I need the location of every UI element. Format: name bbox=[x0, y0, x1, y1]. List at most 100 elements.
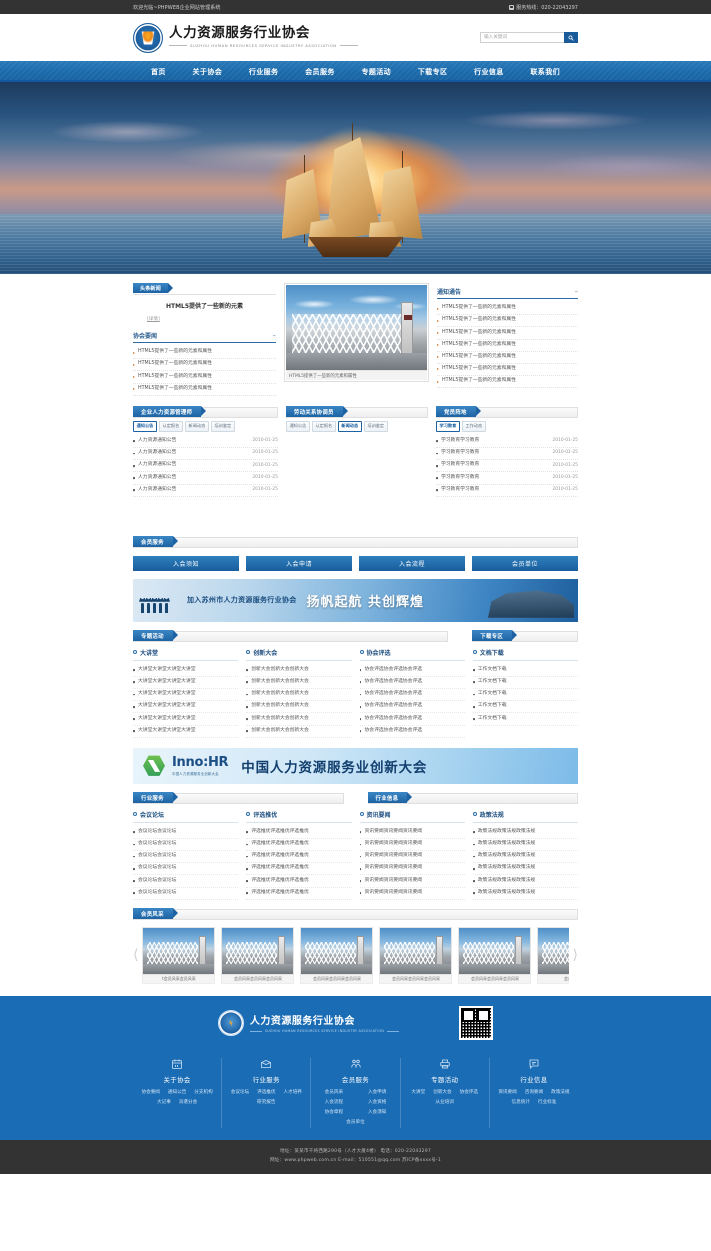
footer-link[interactable]: 研究报告 bbox=[257, 1099, 275, 1109]
join-association-ad-banner[interactable]: 加入苏州市人力资源服务行业协会 扬帆起航 共创辉煌 bbox=[133, 578, 578, 622]
tab-news[interactable]: 新闻动态 bbox=[337, 420, 362, 432]
tab-news[interactable]: 新闻动态 bbox=[184, 420, 209, 432]
list-item[interactable]: 协会评选协会评选协会评选 bbox=[359, 677, 465, 690]
list-item[interactable]: 评选推优评选推优评选推优 bbox=[246, 839, 352, 852]
list-item[interactable]: 大讲堂大讲堂大讲堂大讲堂 bbox=[133, 701, 239, 714]
more-icon[interactable]: ➥ bbox=[273, 333, 276, 338]
footer-link[interactable]: 行业标准 bbox=[538, 1099, 556, 1109]
tab-registration[interactable]: 认定报名 bbox=[311, 420, 336, 432]
list-item[interactable]: 会议论坛会议论坛 bbox=[133, 863, 239, 876]
footer-link[interactable]: 协会章程 bbox=[316, 1108, 351, 1118]
list-item[interactable]: 创新大会创新大会创新大会 bbox=[246, 701, 352, 714]
table-row[interactable]: 人力资源通知公告 2010-01-25 bbox=[133, 436, 278, 449]
nav-item-member-service[interactable]: 会员服务 bbox=[301, 65, 339, 79]
table-row[interactable]: 人力资源通知公告 2010-01-25 bbox=[133, 485, 278, 497]
list-item[interactable]: 大讲堂大讲堂大讲堂大讲堂 bbox=[133, 689, 239, 702]
table-row[interactable]: 学习教育学习教育 2010-01-25 bbox=[435, 460, 578, 473]
footer-link[interactable]: 评选推优 bbox=[257, 1089, 275, 1099]
tab-notice[interactable]: 通知公告 bbox=[133, 420, 157, 432]
list-item[interactable]: HTML5提供了一些新的元素和属性 bbox=[437, 364, 578, 377]
table-row[interactable]: 学习教育学习教育 2010-01-25 bbox=[435, 448, 578, 461]
nav-item-industry-service[interactable]: 行业服务 bbox=[245, 65, 283, 79]
list-item[interactable]: 大讲堂大讲堂大讲堂大讲堂 bbox=[133, 713, 239, 726]
search-button[interactable] bbox=[564, 32, 578, 43]
list-item[interactable]: 会议论坛会议论坛 bbox=[133, 839, 239, 852]
list-item[interactable]: 政策法规政策法规政策法规 bbox=[472, 888, 578, 900]
chevron-right-icon[interactable]: ⟩ bbox=[573, 948, 578, 962]
list-item[interactable]: 评选推优评选推优评选推优 bbox=[246, 851, 352, 864]
nav-item-about[interactable]: 关于协会 bbox=[189, 65, 227, 79]
list-item[interactable]: 资讯要闻资讯要闻资讯要闻 bbox=[359, 839, 465, 852]
list-item[interactable]: 评选推优评选推优评选推优 bbox=[246, 875, 352, 888]
footer-link[interactable]: 信息统计 bbox=[512, 1099, 530, 1109]
search-box[interactable] bbox=[480, 32, 578, 43]
nav-item-industry-info[interactable]: 行业信息 bbox=[470, 65, 508, 79]
list-item[interactable]: 会员风采会员风采会员风采 bbox=[458, 926, 532, 984]
headline-more-link[interactable]: [详情] bbox=[133, 316, 276, 322]
search-input[interactable] bbox=[480, 32, 564, 43]
join-process-button[interactable]: 入会流程 bbox=[359, 555, 465, 571]
list-item[interactable]: HTML5提供了一些新的元素和属性 bbox=[437, 352, 578, 364]
join-notice-button[interactable]: 入会须知 bbox=[133, 555, 239, 571]
list-item[interactable]: 政策法规政策法规政策法规 bbox=[472, 839, 578, 852]
list-item[interactable]: 评选推优评选推优评选推优 bbox=[246, 863, 352, 876]
more-icon[interactable]: ➥ bbox=[575, 289, 578, 294]
tab-registration[interactable]: 认定报名 bbox=[158, 420, 183, 432]
list-item[interactable]: 会员风采会员风采会员风采 bbox=[300, 926, 374, 984]
list-item[interactable]: 政策法规政策法规政策法规 bbox=[472, 875, 578, 888]
nav-item-topic[interactable]: 专题活动 bbox=[357, 65, 395, 79]
footer-link[interactable]: 通知公告 bbox=[168, 1089, 186, 1099]
list-item[interactable]: HTML5提供了一些新的元素和属性 bbox=[437, 303, 578, 316]
list-item[interactable]: 大讲堂大讲堂大讲堂大讲堂 bbox=[133, 677, 239, 690]
footer-link[interactable]: 协会评选 bbox=[460, 1089, 478, 1099]
list-item[interactable]: 评选推优评选推优评选推优 bbox=[246, 888, 352, 900]
list-item[interactable]: 工作文档下载 bbox=[472, 689, 578, 702]
list-item[interactable]: 创新大会创新大会创新大会 bbox=[246, 689, 352, 702]
footer-link[interactable]: 资讯要闻 bbox=[498, 1089, 516, 1099]
list-item[interactable]: 资讯要闻资讯要闻资讯要闻 bbox=[359, 851, 465, 864]
list-item[interactable]: 资讯要闻资讯要闻资讯要闻 bbox=[359, 863, 465, 876]
list-item[interactable]: 会议论坛会议论坛 bbox=[133, 888, 239, 900]
list-item[interactable]: 资讯要闻资讯要闻资讯要闻 bbox=[359, 827, 465, 839]
table-row[interactable]: 学习教育学习教育 2010-01-25 bbox=[435, 472, 578, 485]
table-row[interactable]: 人力资源通知公告 2010-01-25 bbox=[133, 448, 278, 461]
list-item[interactable]: 创新大会创新大会创新大会 bbox=[246, 665, 352, 677]
nav-item-home[interactable]: 首页 bbox=[147, 65, 170, 79]
footer-link[interactable]: 从业培训 bbox=[436, 1099, 454, 1109]
footer-link[interactable]: 会员单位 bbox=[338, 1118, 373, 1128]
list-item[interactable]: 协会评选协会评选协会评选 bbox=[359, 713, 465, 726]
innohr-conference-banner[interactable]: Inno:HR 中国人力资源服务业创新大会 中国人力资源服务业创新大会 bbox=[133, 747, 578, 784]
tab-training[interactable]: 培训鉴定 bbox=[210, 420, 235, 432]
list-item[interactable]: 工作文档下载 bbox=[472, 701, 578, 714]
list-item[interactable]: 工作文档下载 bbox=[472, 713, 578, 726]
brand[interactable]: 人力资源服务行业协会 SUZHOU HUMAN RESOURCES SERVIC… bbox=[133, 22, 358, 53]
list-item[interactable]: 协会评选协会评选协会评选 bbox=[359, 665, 465, 677]
list-item[interactable]: 大讲堂大讲堂大讲堂大讲堂 bbox=[133, 726, 239, 738]
footer-link[interactable]: 咨询要闻 bbox=[525, 1089, 543, 1099]
footer-link[interactable]: 大讲堂 bbox=[411, 1089, 425, 1099]
list-item[interactable]: 协会评选协会评选协会评选 bbox=[359, 689, 465, 702]
join-apply-button[interactable]: 入会申请 bbox=[246, 555, 352, 571]
footer-link[interactable]: 人才培养 bbox=[284, 1089, 302, 1099]
list-item[interactable]: HTML5提供了一些新的元素和属性 bbox=[133, 347, 276, 360]
chevron-left-icon[interactable]: ⟨ bbox=[133, 948, 138, 962]
list-item[interactable]: 政策法规政策法规政策法规 bbox=[472, 827, 578, 839]
list-item[interactable]: HTML5提供了一些新的元素和属性 bbox=[437, 315, 578, 328]
footer-link[interactable]: 入会资格 bbox=[360, 1099, 395, 1109]
list-item[interactable]: HTML5提供了一些新的元素和属性 bbox=[437, 376, 578, 389]
list-item[interactable]: 政策法规政策法规政策法规 bbox=[472, 863, 578, 876]
list-item[interactable]: 资讯要闻资讯要闻资讯要闻 bbox=[359, 888, 465, 900]
list-item[interactable]: HTML5提供了一些新的元素和属性 bbox=[133, 384, 276, 396]
list-item[interactable]: 创新大会创新大会创新大会 bbox=[246, 726, 352, 738]
list-item[interactable]: 工作文档下载 bbox=[472, 677, 578, 690]
list-item[interactable]: t会员风采会员风采 bbox=[142, 926, 216, 984]
tab-notice[interactable]: 通知公告 bbox=[285, 420, 310, 432]
list-item[interactable]: 大讲堂大讲堂大讲堂大讲堂 bbox=[133, 665, 239, 677]
footer-link[interactable]: 会员风采 bbox=[316, 1089, 351, 1099]
featured-photo-card[interactable]: HTML5提供了一些新的元素和属性 bbox=[284, 283, 429, 382]
tab-work-dynamics[interactable]: 工作动态 bbox=[461, 420, 486, 432]
table-row[interactable]: 学习教育学习教育 2010-01-25 bbox=[435, 436, 578, 449]
list-item[interactable]: 会员风采会 bbox=[537, 926, 569, 984]
list-item[interactable]: 会议论坛会议论坛 bbox=[133, 875, 239, 888]
footer-link[interactable]: 协会要闻 bbox=[142, 1089, 160, 1099]
